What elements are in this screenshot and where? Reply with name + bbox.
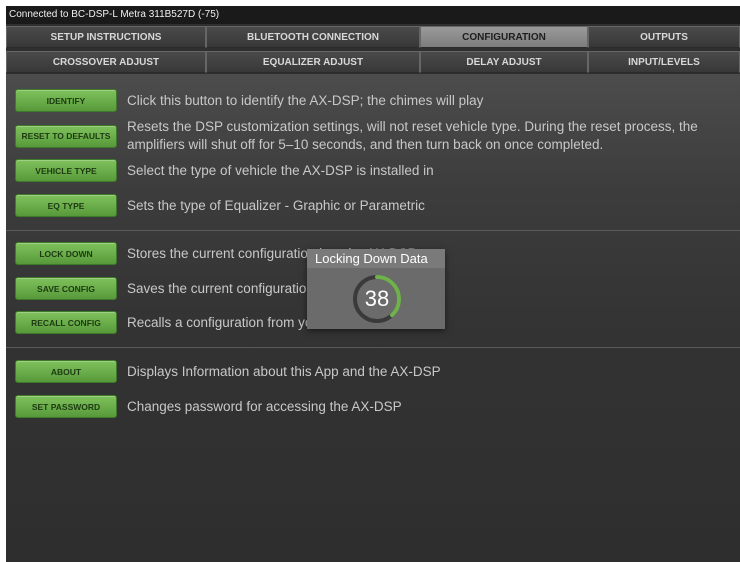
eq-type-row: EQ TYPE Sets the type of Equalizer - Gra… (15, 194, 735, 217)
tab-outputs[interactable]: OUTPUTS (588, 26, 740, 48)
about-button[interactable]: ABOUT (15, 360, 117, 383)
identify-button[interactable]: IDENTIFY (15, 89, 117, 112)
vehicle-type-button[interactable]: VEHICLE TYPE (15, 159, 117, 182)
vehicle-type-row: VEHICLE TYPE Select the type of vehicle … (15, 159, 735, 182)
main-tab-row: SETUP INSTRUCTIONS BLUETOOTH CONNECTION … (6, 26, 740, 48)
countdown-value: 38 (364, 286, 390, 311)
about-row: ABOUT Displays Information about this Ap… (15, 360, 735, 383)
vehicle-type-description: Select the type of vehicle the AX-DSP is… (127, 162, 434, 178)
reset-to-defaults-row: RESET TO DEFAULTS Resets the DSP customi… (15, 118, 735, 154)
tab-bluetooth-connection[interactable]: BLUETOOTH CONNECTION (206, 26, 420, 48)
eq-type-button[interactable]: EQ TYPE (15, 194, 117, 217)
lock-down-button[interactable]: LOCK DOWN (15, 242, 117, 265)
set-password-button[interactable]: SET PASSWORD (15, 395, 117, 418)
section-divider (6, 230, 740, 231)
locking-down-dialog: Locking Down Data 38 (307, 249, 445, 329)
save-config-button[interactable]: SAVE CONFIG (15, 277, 117, 300)
set-password-description: Changes password for accessing the AX-DS… (127, 398, 402, 414)
reset-to-defaults-description: Resets the DSP customization settings, w… (127, 119, 698, 152)
connection-status-bar: Connected to BC-DSP-L Metra 311B527D (-7… (6, 6, 740, 24)
tab-configuration[interactable]: CONFIGURATION (420, 26, 588, 48)
section-divider (6, 347, 740, 348)
tab-input-levels[interactable]: INPUT/LEVELS (588, 51, 740, 73)
tab-setup-instructions[interactable]: SETUP INSTRUCTIONS (6, 26, 206, 48)
app-screen: Connected to BC-DSP-L Metra 311B527D (-7… (6, 6, 740, 562)
identify-description: Click this button to identify the AX-DSP… (127, 92, 484, 108)
about-description: Displays Information about this App and … (127, 363, 441, 379)
save-config-description: Saves the current configuration (127, 280, 314, 296)
tab-crossover-adjust[interactable]: CROSSOVER ADJUST (6, 51, 206, 73)
reset-to-defaults-button[interactable]: RESET TO DEFAULTS (15, 124, 117, 148)
tab-equalizer-adjust[interactable]: EQUALIZER ADJUST (206, 51, 420, 73)
tab-delay-adjust[interactable]: DELAY ADJUST (420, 51, 588, 73)
recall-config-button[interactable]: RECALL CONFIG (15, 311, 117, 334)
secondary-tab-row: CROSSOVER ADJUST EQUALIZER ADJUST DELAY … (6, 51, 740, 73)
identify-row: IDENTIFY Click this button to identify t… (15, 89, 735, 112)
dialog-title: Locking Down Data (307, 249, 445, 268)
eq-type-description: Sets the type of Equalizer - Graphic or … (127, 197, 425, 213)
set-password-row: SET PASSWORD Changes password for access… (15, 395, 735, 418)
